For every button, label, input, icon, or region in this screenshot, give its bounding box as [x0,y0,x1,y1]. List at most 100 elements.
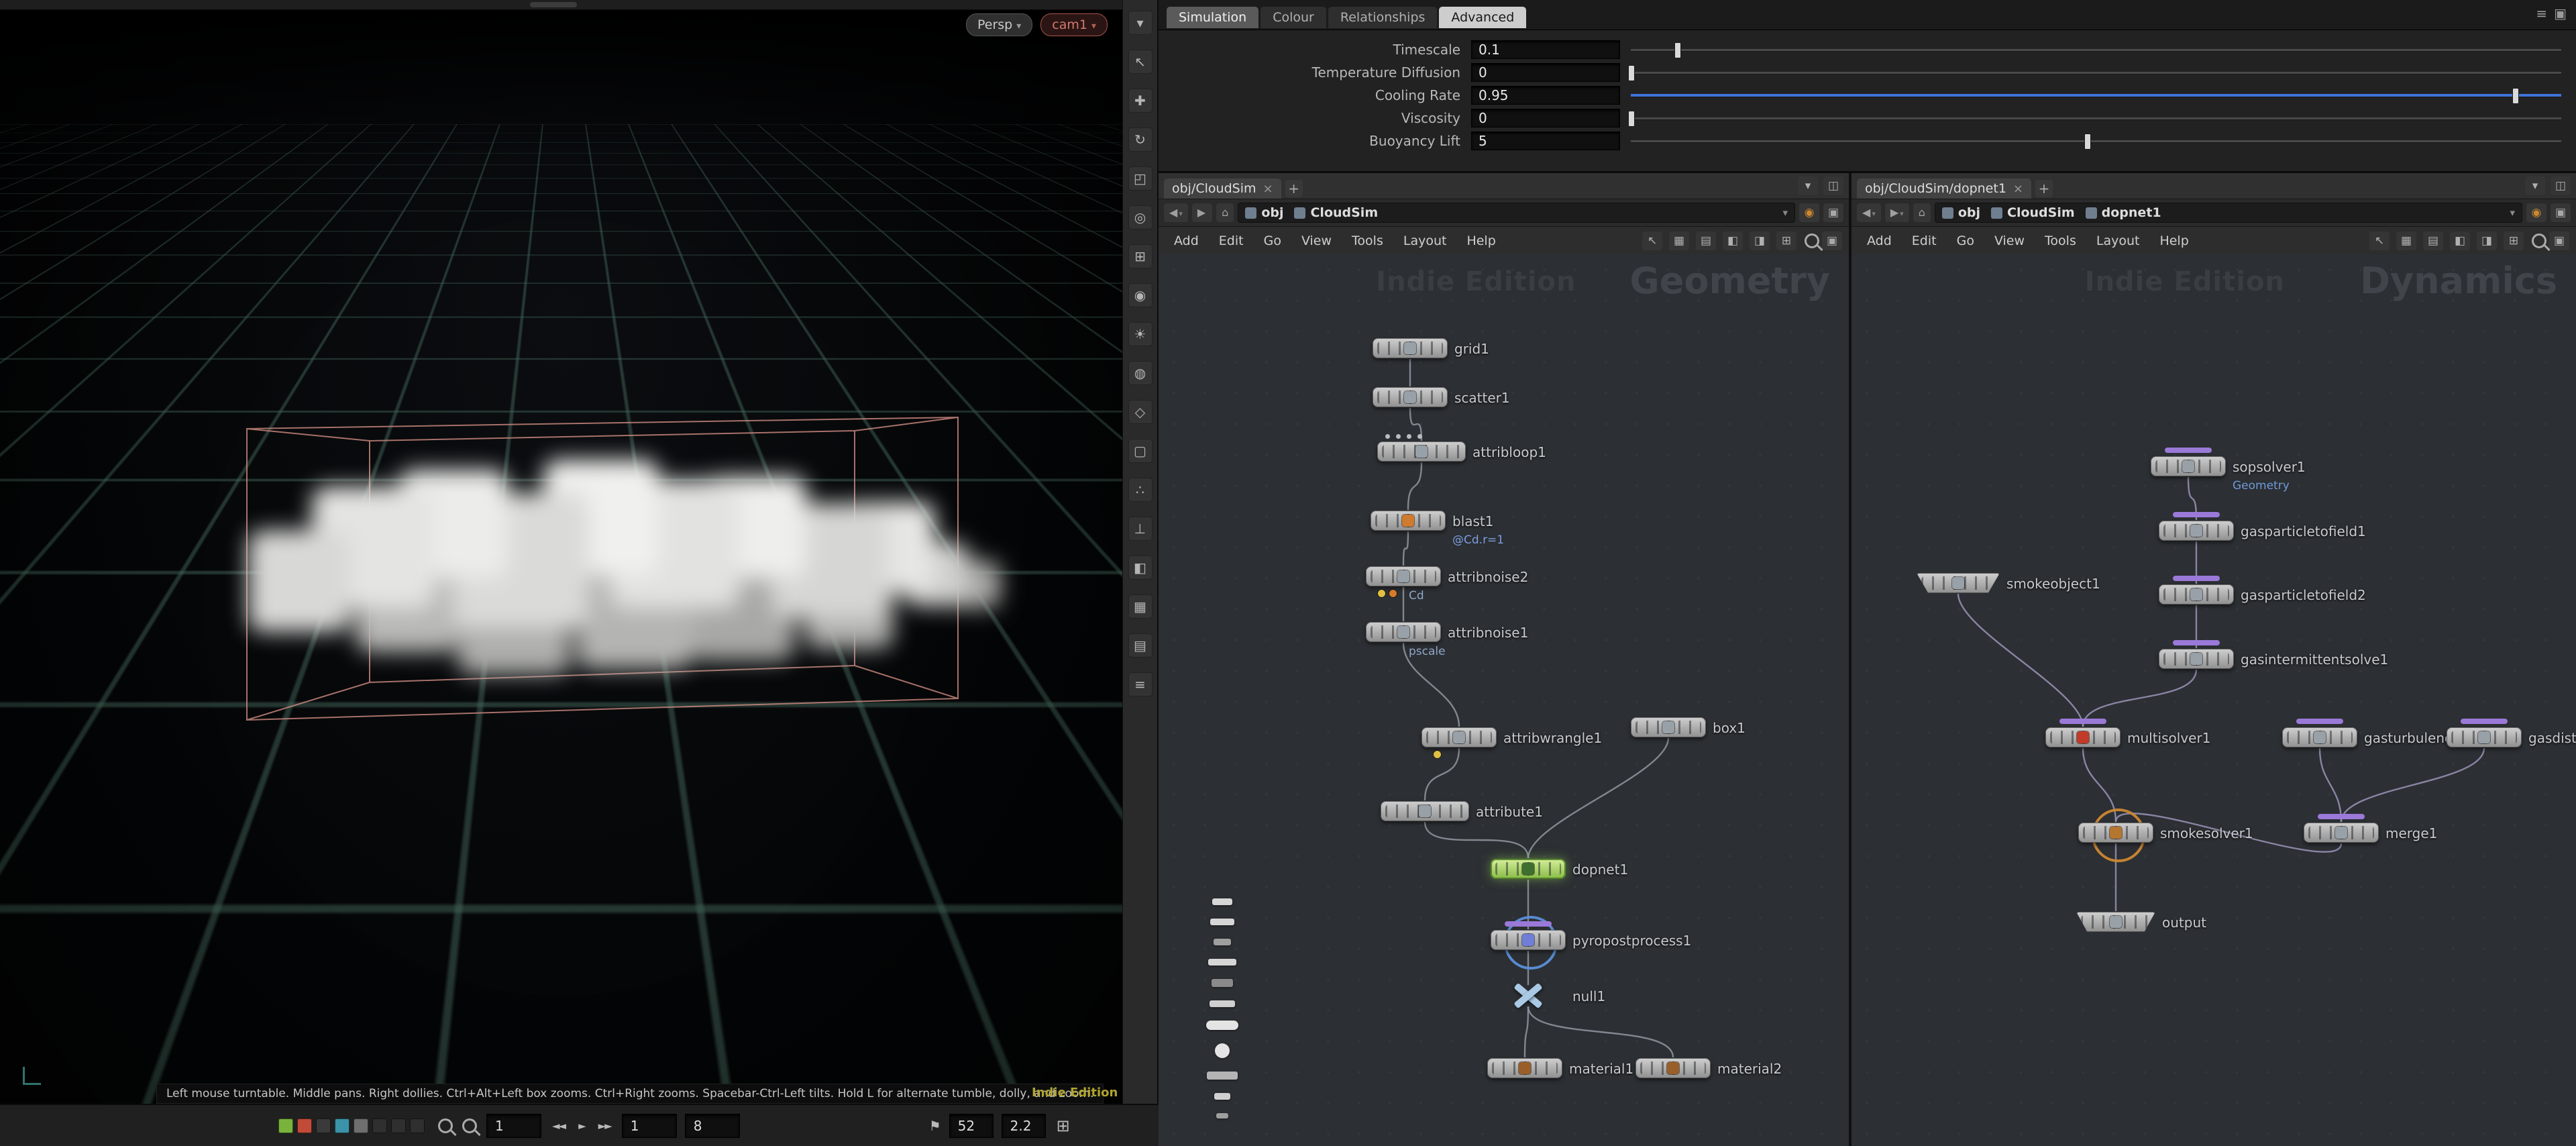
path-field[interactable]: obj CloudSim dopnet1 ▾ [1935,203,2522,223]
menu-layout[interactable]: Layout [2088,231,2149,251]
node-smokesolver1[interactable]: smokesolver1 [2078,823,2153,843]
node-gasintermittentsolve1[interactable]: gasintermittentsolve1 [2159,649,2234,669]
node-grid1[interactable]: grid1 [1373,338,1448,358]
close-tab-icon[interactable]: × [2013,182,2023,196]
pane-menu-icon[interactable]: ▾ [1128,11,1152,35]
view-tool-icon[interactable]: ◎ [1128,205,1152,229]
zoom-in-icon[interactable] [438,1118,453,1133]
path-crumb-obj[interactable]: obj [1942,205,1980,220]
node-smokeobject1[interactable]: smokeobject1 [1917,573,2000,593]
node-shape-item[interactable] [1216,1113,1228,1118]
path-dropdown-icon[interactable]: ▾ [2510,207,2515,219]
param-value-field[interactable]: 5 [1471,132,1620,150]
param-slider[interactable] [1631,87,2561,104]
pin-icon[interactable]: ◉ [2526,203,2546,222]
viewport-options-icon[interactable]: ≡ [1128,672,1152,696]
node-shape-item[interactable] [1210,1000,1235,1007]
split-pane-icon[interactable]: ◫ [2551,176,2571,195]
node-material1[interactable]: material1 [1487,1058,1562,1078]
node-blast1[interactable]: blast1 @Cd.r=1 [1371,511,1446,531]
wireframe-icon[interactable]: ◇ [1128,400,1152,424]
menu-edit[interactable]: Edit [1903,231,1945,251]
node-attribnoise1[interactable]: attribnoise1 pscale [1366,622,1441,642]
playbar-chip-5[interactable] [372,1118,387,1133]
menu-help[interactable]: Help [1458,231,1504,251]
new-tab-button[interactable]: + [2035,180,2053,197]
back-button[interactable]: ◀ ▾ [1164,203,1188,222]
menu-add[interactable]: Add [1165,231,1208,251]
param-tab-relationships[interactable]: Relationships [1328,7,1438,28]
list-mode-icon[interactable]: ▤ [1696,231,1716,250]
param-value-field[interactable]: 0 [1471,63,1620,82]
menu-view[interactable]: View [1986,231,2033,251]
node-null1[interactable]: null1 [1491,986,1566,1006]
node-multisolver1[interactable]: multisolver1 [2045,727,2121,747]
menu-tools[interactable]: Tools [2036,231,2085,251]
node-attribute1[interactable]: attribute1 [1381,801,1469,821]
network-search-icon[interactable] [1805,233,1819,248]
playbar-chip-4[interactable] [354,1118,368,1133]
linked-pane-icon[interactable]: ▣ [2551,203,2571,222]
param-slider[interactable] [1631,41,2561,58]
align-icon[interactable]: ⊞ [1776,231,1796,250]
param-list-icon[interactable]: ≡ [2536,5,2547,21]
grid-toggle-icon[interactable]: ▦ [1128,594,1152,619]
param-tab-advanced[interactable]: Advanced [1439,7,1526,28]
step-field[interactable]: 2.2 [1002,1114,1046,1138]
node-gasparticletofield2[interactable]: gasparticletofield2 [2159,584,2234,605]
network-overview-icon[interactable]: ▣ [2549,231,2569,250]
range-start-field[interactable]: 1 [622,1114,677,1138]
pin-icon[interactable]: ◉ [1799,203,1819,222]
rotate-tool-icon[interactable]: ↻ [1128,127,1152,152]
quad-view-icon[interactable]: ◧ [1128,556,1152,580]
param-slider[interactable] [1631,132,2561,150]
cache-icon[interactable]: ▤ [1128,633,1152,658]
node-shape-item[interactable] [1212,979,1233,987]
param-tab-colour[interactable]: Colour [1260,7,1326,28]
home-button[interactable]: ⌂ [1913,203,1931,222]
node-shape-item[interactable] [1210,919,1234,925]
range-end-field[interactable]: 8 [685,1114,740,1138]
node-attribnoise2[interactable]: attribnoise2 Cd [1366,566,1441,586]
node-material2[interactable]: material2 [1635,1058,1711,1078]
split-pane-icon[interactable]: ◫ [1823,176,1843,195]
playbar-chip-1[interactable] [297,1118,312,1133]
playbar-chip-3[interactable] [335,1118,350,1133]
path-crumb-cloudsim[interactable]: CloudSim [1991,205,2075,220]
node-attribwrangle1[interactable]: attribwrangle1 [1421,727,1497,747]
color-palette-icon[interactable]: ◧ [1723,231,1743,250]
network-search-icon[interactable] [2532,233,2546,248]
network-canvas[interactable]: Indie Edition Dynamics sopsolver1 Geometr… [1851,254,2576,1146]
network-overview-icon[interactable]: ▣ [1822,231,1842,250]
param-screen-icon[interactable]: ▣ [2554,5,2567,21]
path-crumb-dopnet1[interactable]: dopnet1 [2086,205,2161,220]
playbar-chip-0[interactable] [278,1118,293,1133]
node-attribloop1[interactable]: attribloop1 [1377,441,1466,462]
node-shape-item[interactable] [1215,1043,1230,1058]
param-tab-simulation[interactable]: Simulation [1167,7,1258,28]
slider-handle[interactable] [1628,65,1635,81]
scene-viewport[interactable]: Persp ▾ cam1 ▾ Left mouse turntable. Middl… [0,0,1122,1104]
node-gasparticletofield1[interactable]: gasparticletofield1 [2159,521,2234,541]
shape-palette-icon[interactable]: ◨ [1750,231,1770,250]
pointer-mode-icon[interactable]: ↖ [1642,231,1662,250]
align-icon[interactable]: ⊞ [2504,231,2524,250]
path-field[interactable]: obj CloudSim ▾ [1238,203,1795,223]
close-tab-icon[interactable]: × [1263,182,1273,196]
shading-mode-icon[interactable]: ◍ [1128,361,1152,385]
points-display-icon[interactable]: ∴ [1128,478,1152,502]
select-tool-icon[interactable]: ↖ [1128,50,1152,74]
pane-tab[interactable]: obj/CloudSim/dopnet1 × [1857,178,2031,199]
shape-palette-icon[interactable]: ◨ [2477,231,2497,250]
pane-splitter[interactable] [0,0,1122,10]
linked-pane-icon[interactable]: ▣ [1823,203,1843,222]
menu-tools[interactable]: Tools [1343,231,1392,251]
playbar-chip-6[interactable] [391,1118,406,1133]
jump-end-button[interactable]: ►► [596,1120,614,1132]
node-sopsolver1[interactable]: sopsolver1 Geometry [2151,456,2226,476]
node-output1[interactable]: output [2076,912,2155,932]
node-shape-item[interactable] [1214,939,1231,945]
color-palette-icon[interactable]: ◧ [2450,231,2470,250]
slider-handle[interactable] [1628,111,1635,127]
slider-handle[interactable] [2084,134,2091,150]
